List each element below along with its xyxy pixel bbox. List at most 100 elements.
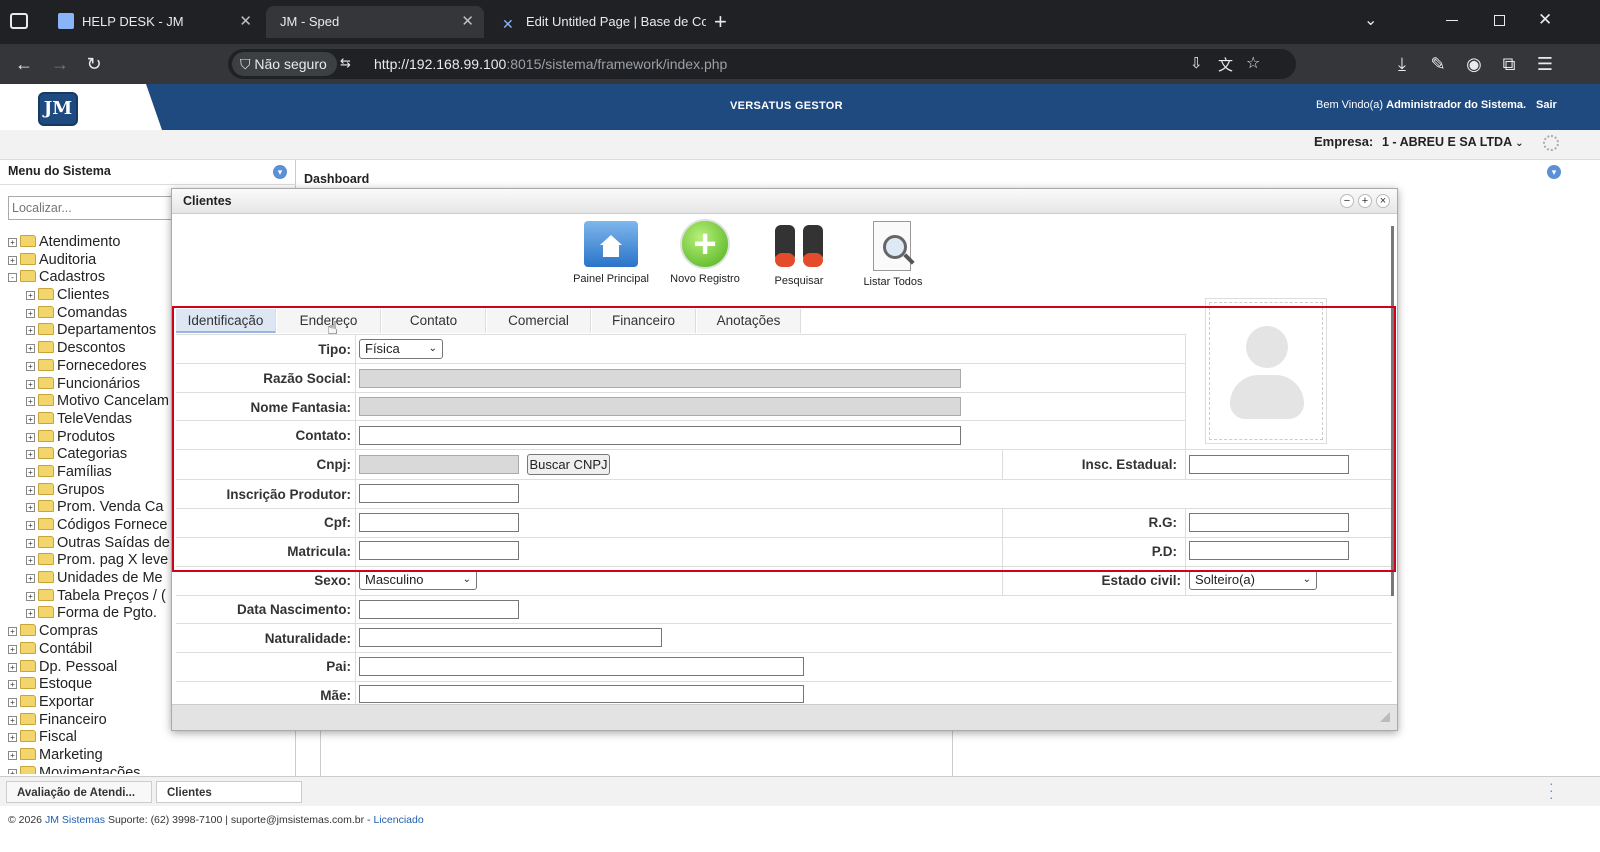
expand-icon[interactable]: +	[26, 432, 35, 442]
extension-tool-icon[interactable]: ✎	[1426, 52, 1450, 76]
company-select[interactable]: 1 - ABREU E SA LTDA ⌄	[1376, 132, 1526, 152]
resize-grip-icon[interactable]	[1380, 712, 1390, 722]
expand-icon[interactable]: +	[8, 644, 17, 654]
sidebar-search-input[interactable]	[8, 196, 188, 220]
data-nascimento-field[interactable]	[359, 600, 519, 619]
expand-icon[interactable]: +	[26, 344, 35, 354]
minimize-icon[interactable]	[1446, 20, 1458, 21]
minimize-window-icon[interactable]: −	[1340, 194, 1354, 208]
menu-tree-label: TeleVendas	[57, 410, 132, 427]
folder-icon	[38, 606, 54, 619]
folder-icon	[20, 624, 36, 637]
new-record-button[interactable]: + Novo Registro	[666, 219, 744, 285]
expand-icon[interactable]: +	[26, 379, 35, 389]
sexo-select[interactable]: Masculino ⌄	[359, 570, 477, 590]
browser-menu-icon[interactable]: ☰	[1533, 52, 1557, 76]
tab-search-icon[interactable]	[10, 13, 28, 29]
expand-icon[interactable]: +	[8, 715, 17, 725]
menu-tree-label: Compras	[39, 623, 98, 640]
naturalidade-field[interactable]	[359, 628, 662, 647]
search-button[interactable]: Pesquisar	[760, 221, 838, 287]
logout-link[interactable]: Sair	[1536, 99, 1557, 111]
expand-icon[interactable]: +	[26, 397, 35, 407]
expand-icon[interactable]: +	[8, 627, 17, 637]
menu-tree-label: Categorias	[57, 446, 128, 463]
site-settings-icon[interactable]: ⇆	[340, 55, 351, 71]
home-button[interactable]: Painel Principal	[572, 221, 650, 285]
expand-icon[interactable]: +	[8, 697, 17, 707]
expand-icon[interactable]: +	[8, 238, 17, 247]
expand-icon[interactable]: +	[26, 291, 35, 301]
menu-tree-item[interactable]: + Marketing	[8, 747, 298, 765]
expand-icon[interactable]: +	[26, 326, 35, 336]
footer-tab-clientes[interactable]: Clientes	[156, 781, 302, 803]
profile-icon[interactable]: ◉	[1462, 52, 1486, 76]
expand-icon[interactable]: +	[26, 591, 35, 601]
expand-icon[interactable]: +	[26, 609, 35, 619]
footer-tab-avaliacao[interactable]: Avaliação de Atendi...	[6, 781, 152, 803]
new-tab-icon[interactable]: +	[714, 9, 727, 35]
jm-logo[interactable]: JM	[38, 92, 78, 126]
browser-tab-sped[interactable]: JM - Sped ✕	[266, 6, 484, 38]
expand-icon[interactable]: +	[26, 414, 35, 424]
mae-field[interactable]	[359, 685, 804, 703]
pai-field[interactable]	[359, 657, 804, 676]
expand-icon[interactable]: +	[8, 255, 17, 265]
expand-icon[interactable]: +	[26, 538, 35, 548]
estado-civil-value: Solteiro(a)	[1195, 572, 1255, 587]
company-link[interactable]: JM Sistemas	[45, 814, 105, 826]
bookmark-star-icon[interactable]: ☆	[1246, 53, 1260, 73]
estado-civil-select[interactable]: Solteiro(a) ⌄	[1189, 570, 1317, 590]
forward-arrow-icon[interactable]: →	[48, 52, 72, 76]
security-chip[interactable]: ⛉ Não seguro	[232, 52, 337, 76]
dashboard-panel-line-2	[952, 730, 953, 776]
folder-icon	[20, 747, 36, 760]
expand-icon[interactable]: +	[26, 308, 35, 318]
expand-icon[interactable]: +	[8, 750, 17, 760]
expand-icon[interactable]: +	[8, 680, 17, 690]
sidebar-collapse-icon[interactable]: ▾	[273, 165, 287, 179]
downloads-icon[interactable]: ⤓	[1390, 52, 1414, 76]
collapse-icon[interactable]: -	[8, 273, 17, 283]
close-window-icon[interactable]: ✕	[1538, 10, 1552, 30]
expand-icon[interactable]: +	[26, 450, 35, 460]
expand-icon[interactable]: +	[26, 574, 35, 584]
restore-icon[interactable]	[1494, 15, 1505, 26]
loading-spinner-icon	[1543, 135, 1559, 151]
url-path: :8015/sistema/framework/index.php	[506, 56, 728, 72]
expand-icon[interactable]: +	[26, 556, 35, 566]
close-window-icon[interactable]: ×	[1376, 194, 1390, 208]
list-all-button[interactable]: Listar Todos	[854, 221, 932, 288]
menu-tree-item[interactable]: + Fiscal	[8, 729, 298, 747]
url-host: http://192.168.99.100	[374, 56, 507, 72]
window-titlebar[interactable]: Clientes − + ×	[172, 189, 1397, 214]
grid-line	[176, 623, 1392, 624]
browser-tab-confluence[interactable]: ✕ Edit Untitled Page | Base de Co	[488, 6, 706, 38]
back-arrow-icon[interactable]: ←	[12, 52, 36, 76]
extensions-puzzle-icon[interactable]: ⧉	[1497, 52, 1521, 76]
browser-tab-helpdesk[interactable]: HELP DESK - JM ✕	[44, 6, 262, 38]
expand-icon[interactable]: +	[26, 503, 35, 513]
expand-icon[interactable]: +	[26, 521, 35, 530]
dashboard-collapse-icon[interactable]: ▾	[1547, 165, 1561, 179]
tab-list-chevron-icon[interactable]: ⌄	[1364, 10, 1377, 30]
expand-icon[interactable]: +	[8, 662, 17, 672]
close-tab-icon[interactable]: ✕	[461, 6, 474, 38]
url-text[interactable]: http://192.168.99.100:8015/sistema/frame…	[374, 49, 727, 79]
expand-icon[interactable]: +	[26, 361, 35, 371]
reload-icon[interactable]: ↻	[82, 52, 106, 76]
expand-icon[interactable]: +	[26, 467, 35, 477]
install-app-icon[interactable]: ⇩	[1190, 54, 1203, 72]
translate-icon[interactable]: 文	[1218, 54, 1233, 75]
grid-line	[176, 652, 1392, 653]
expand-icon[interactable]: +	[8, 768, 17, 774]
menu-tree-item[interactable]: + Movimentações	[8, 765, 298, 774]
close-tab-icon[interactable]: ✕	[239, 6, 252, 38]
address-bar[interactable]: ⛉ Não seguro ⇆ http://192.168.99.100:801…	[228, 49, 1296, 79]
folder-icon	[20, 252, 36, 265]
expand-icon[interactable]: +	[26, 485, 35, 495]
expand-icon[interactable]: +	[8, 733, 17, 743]
license-link[interactable]: Licenciado	[373, 814, 423, 826]
maximize-window-icon[interactable]: +	[1358, 194, 1372, 208]
more-options-icon[interactable]: · · ·	[1549, 776, 1554, 804]
